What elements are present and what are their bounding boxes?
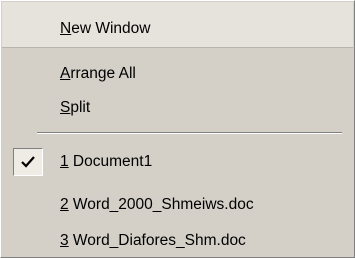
menu-item-label: New Window xyxy=(60,19,151,37)
accelerator-key: S xyxy=(60,98,71,116)
menu-item-label: Arrange All xyxy=(60,64,136,82)
menu-item-label: 1 Document1 xyxy=(60,152,153,170)
menu-separator xyxy=(37,132,342,134)
accelerator-key: 3 xyxy=(60,231,69,249)
menu-item-document-2[interactable]: 2 Word_2000_Shmeiws.doc xyxy=(1,187,354,222)
menu-item-label: 2 Word_2000_Shmeiws.doc xyxy=(60,195,254,213)
menu-item-label: Split xyxy=(60,98,91,116)
accelerator-key: 2 xyxy=(60,195,69,213)
menu-item-split[interactable]: Split xyxy=(1,90,354,125)
accelerator-key: 1 xyxy=(60,152,69,170)
menu-item-label: 3 Word_Diafores_Shm.doc xyxy=(60,231,246,249)
accelerator-key: A xyxy=(60,64,71,82)
menu-item-document-3[interactable]: 3 Word_Diafores_Shm.doc xyxy=(1,223,354,258)
menu-item-arrange-all[interactable]: Arrange All xyxy=(1,56,354,91)
menu-item-document-1[interactable]: 1 Document1 xyxy=(1,144,354,179)
menu-item-new-window[interactable]: New Window xyxy=(1,13,354,44)
window-menu: New Window Arrange All Split 1 Document1… xyxy=(0,0,355,258)
accelerator-key: N xyxy=(60,19,72,37)
